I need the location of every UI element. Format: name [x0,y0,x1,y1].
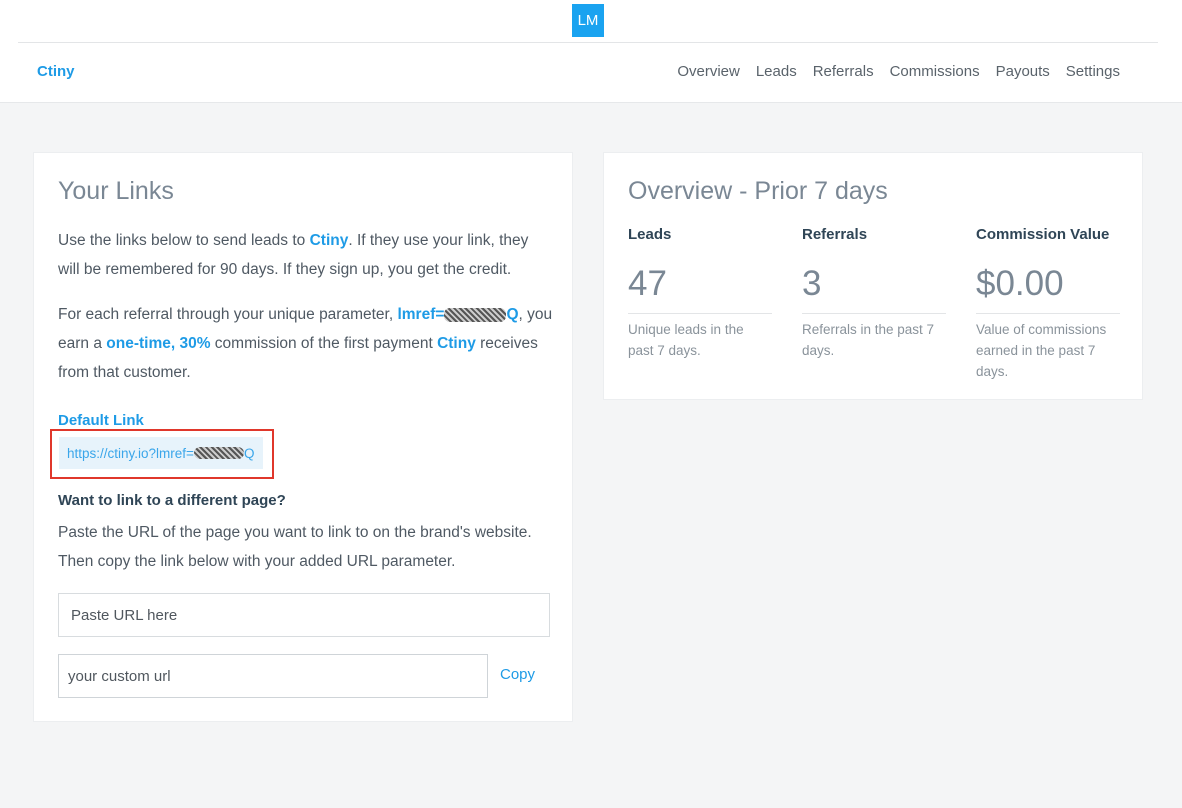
referral-parameter: lmref= Q [397,306,518,323]
nav-referrals[interactable]: Referrals [813,63,874,80]
stat-referrals-value: 3 [802,264,822,303]
redacted-link-parameter [193,447,244,459]
stat-divider [628,313,772,314]
overview-card: Overview - Prior 7 days Leads 47 Unique … [603,152,1143,400]
referral-param-prefix: lmref= [397,306,445,323]
default-link-suffix: Q [243,445,255,461]
referral-text: For each referral through your unique pa… [58,300,553,387]
your-links-title: Your Links [58,177,174,205]
overview-title: Overview - Prior 7 days [628,177,888,205]
intro-brand: Ctiny [309,232,349,249]
stat-referrals-desc: Referrals in the past 7 days. [802,322,935,358]
copy-button[interactable]: Copy [500,666,535,683]
commission-rate: one-time, 30% [106,335,211,352]
stat-commission-title: Commission Value [976,226,1110,243]
custom-url-input[interactable]: your custom url [58,654,488,698]
referral-param-suffix: Q [506,306,519,323]
paste-url-input[interactable]: Paste URL here [58,593,550,637]
different-page-text: Paste the URL of the page you want to li… [58,524,532,570]
your-links-card: Your Links Use the links below to send l… [33,152,573,722]
main-nav: Overview Leads Referrals Commissions Pay… [677,63,1120,80]
stat-referrals-title: Referrals [802,226,868,243]
stat-referrals: Referrals 3 Referrals in the past 7 days… [802,226,946,361]
default-link-highlight: https://ctiny.io?lmref= Q [50,429,274,479]
nav-payouts[interactable]: Payouts [996,63,1050,80]
brand-logo[interactable]: Ctiny [37,63,75,80]
referral-text-mid2: commission of the first payment [210,335,438,352]
default-link-field[interactable]: https://ctiny.io?lmref= Q [59,437,263,469]
default-link-label: Default Link [58,412,144,429]
nav-overview[interactable]: Overview [677,63,740,80]
intro-text: Use the links below to send leads to Cti… [58,226,553,284]
stat-divider [802,313,946,314]
intro-text-start: Use the links below to send leads to [58,232,310,249]
nav-leads[interactable]: Leads [756,63,797,80]
top-navbar: LM Ctiny Overview Leads Referrals Commis… [0,0,1182,103]
header-divider [18,42,1158,43]
stat-divider [976,313,1120,314]
nav-settings[interactable]: Settings [1066,63,1120,80]
referral-brand: Ctiny [437,335,476,352]
stat-commission-value: $0.00 [976,264,1064,303]
stat-leads-value: 47 [628,264,667,303]
stat-commission: Commission Value $0.00 Value of commissi… [976,226,1120,382]
default-link-prefix: https://ctiny.io?lmref= [67,445,194,461]
different-page-heading: Want to link to a different page? [58,492,286,509]
redacted-parameter [444,307,507,322]
nav-commissions[interactable]: Commissions [890,63,980,80]
stat-leads-desc: Unique leads in the past 7 days. [628,322,744,358]
stat-leads-title: Leads [628,226,672,243]
referral-text-start: For each referral through your unique pa… [58,306,398,323]
user-avatar[interactable]: LM [572,4,604,37]
stat-commission-desc: Value of commissions earned in the past … [976,322,1107,379]
stat-leads: Leads 47 Unique leads in the past 7 days… [628,226,772,361]
